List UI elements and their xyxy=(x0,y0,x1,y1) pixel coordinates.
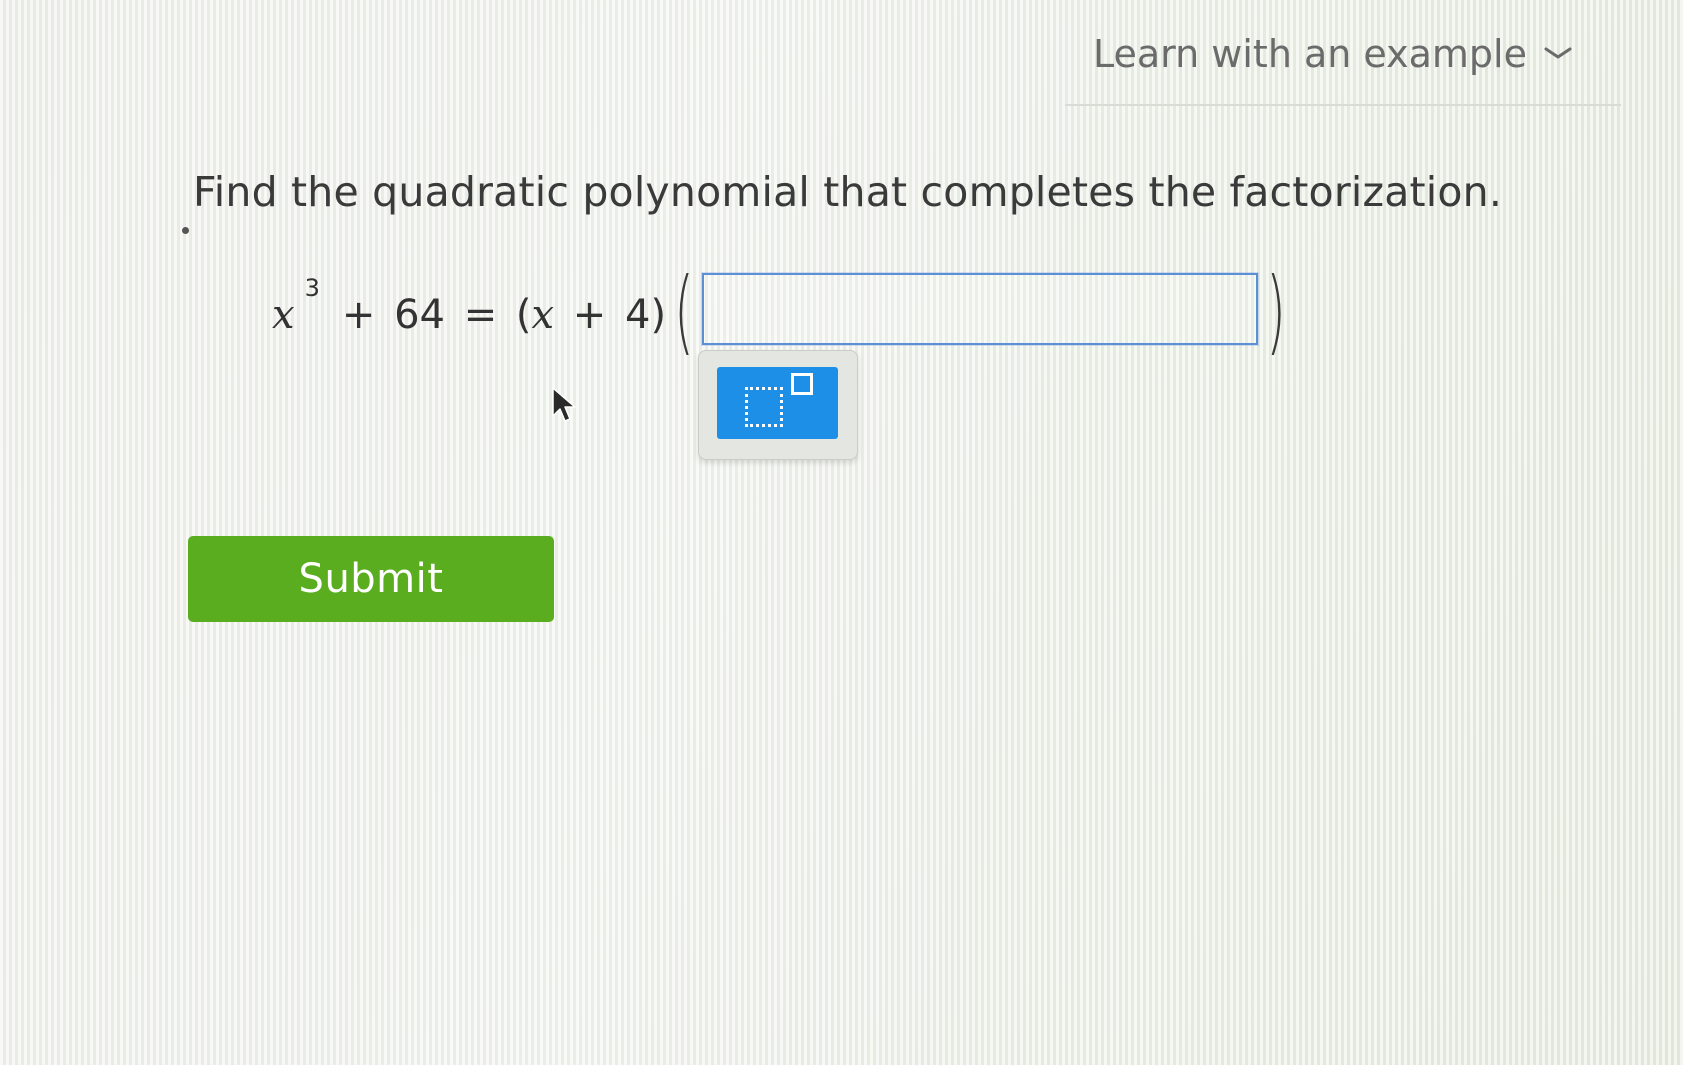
question-prompt: Find the quadratic polynomial that compl… xyxy=(193,168,1503,216)
exponent-template-button[interactable] xyxy=(717,367,838,439)
math-palette xyxy=(698,350,858,460)
close-paren: ) xyxy=(1266,258,1286,365)
equation-rest-prefix: + 64 = ( xyxy=(341,292,532,338)
exponent-power-box xyxy=(791,373,813,395)
chevron-down-icon xyxy=(1544,47,1572,59)
equation-exponent: 3 xyxy=(304,274,320,302)
mouse-pointer-icon xyxy=(552,387,576,422)
equation-rest-variable: x xyxy=(531,292,555,338)
equation-rest-suffix: + 4) xyxy=(554,292,667,338)
learn-with-example-toggle[interactable]: Learn with an example xyxy=(1093,32,1573,76)
question-marker xyxy=(182,227,189,234)
equation-right-side: + 64 = (x + 4) xyxy=(342,292,666,338)
header-divider xyxy=(1065,104,1621,106)
answer-input[interactable] xyxy=(702,273,1258,345)
factorization-equation: x 3 + 64 = (x + 4) ( ) xyxy=(272,258,1294,365)
learn-with-example-label: Learn with an example xyxy=(1093,32,1527,76)
open-paren: ( xyxy=(674,258,694,365)
exponent-base-box xyxy=(745,387,783,427)
equation-variable: x xyxy=(272,292,295,338)
submit-button[interactable]: Submit xyxy=(188,536,554,622)
